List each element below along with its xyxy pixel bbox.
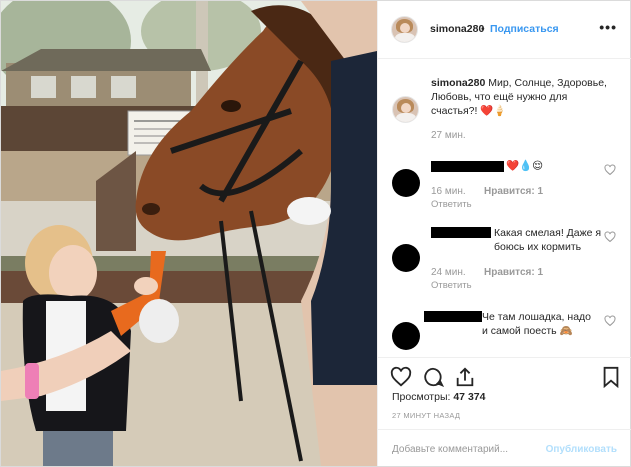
comment-time: 16 мин. xyxy=(431,186,466,197)
comment-time: 24 мин. xyxy=(431,267,466,278)
comment-text: ❤️💧😌 xyxy=(506,160,544,172)
post-comment-button[interactable]: Опубликовать xyxy=(546,444,617,455)
author-avatar[interactable] xyxy=(391,16,418,43)
comment-avatar[interactable] xyxy=(392,322,420,350)
caption-author-avatar[interactable] xyxy=(392,96,419,123)
comment-like-icon[interactable] xyxy=(604,315,616,327)
post-side-panel: simona280 • Подписаться ••• simona280 Ми… xyxy=(377,1,631,467)
post-caption: simona280 Мир, Солнце, Здоровье, Любовь,… xyxy=(431,76,611,118)
comment-text: Че там лошадка, надо и самой поесть 🙈 xyxy=(482,311,591,337)
add-comment-bar: Добавьте комментарий... Опубликовать xyxy=(378,429,631,467)
views-number: 47 374 xyxy=(453,391,486,403)
reply-button[interactable]: Ответить xyxy=(431,280,472,291)
redacted-username xyxy=(431,161,504,172)
comment-like-icon[interactable] xyxy=(604,231,616,243)
reply-button[interactable]: Ответить xyxy=(431,199,472,210)
heart-icon[interactable] xyxy=(390,366,412,388)
post-header: simona280 • Подписаться ••• xyxy=(378,1,631,59)
comment-text: Какая смелая! Даже я боюсь их кормить xyxy=(494,227,602,253)
comment-avatar[interactable] xyxy=(392,244,420,272)
author-username[interactable]: simona280 xyxy=(430,23,484,35)
posted-time: 27 МИНУТ НАЗАД xyxy=(392,411,461,420)
comment-icon[interactable] xyxy=(422,366,444,388)
views-count: Просмотры: 47 374 xyxy=(392,391,485,403)
redacted-username xyxy=(424,311,482,322)
photo-illustration xyxy=(1,1,377,466)
comment-like-icon[interactable] xyxy=(604,164,616,176)
instagram-post: simona280 • Подписаться ••• simona280 Ми… xyxy=(0,0,631,467)
comment-likes[interactable]: Нравится: 1 xyxy=(484,267,543,278)
follow-button[interactable]: Подписаться xyxy=(490,23,559,35)
more-options-icon[interactable]: ••• xyxy=(599,19,617,35)
header-separator: • xyxy=(481,23,485,35)
redacted-username xyxy=(431,227,491,238)
post-photo[interactable] xyxy=(1,1,377,466)
views-label: Просмотры: xyxy=(392,391,451,403)
share-icon[interactable] xyxy=(454,366,476,388)
caption-username[interactable]: simona280 xyxy=(431,77,485,89)
comment-avatar[interactable] xyxy=(392,169,420,197)
comment-input[interactable]: Добавьте комментарий... xyxy=(392,444,508,455)
bookmark-icon[interactable] xyxy=(600,366,622,388)
action-bar xyxy=(378,357,631,388)
comment-likes[interactable]: Нравится: 1 xyxy=(484,186,543,197)
caption-time: 27 мин. xyxy=(431,130,466,141)
